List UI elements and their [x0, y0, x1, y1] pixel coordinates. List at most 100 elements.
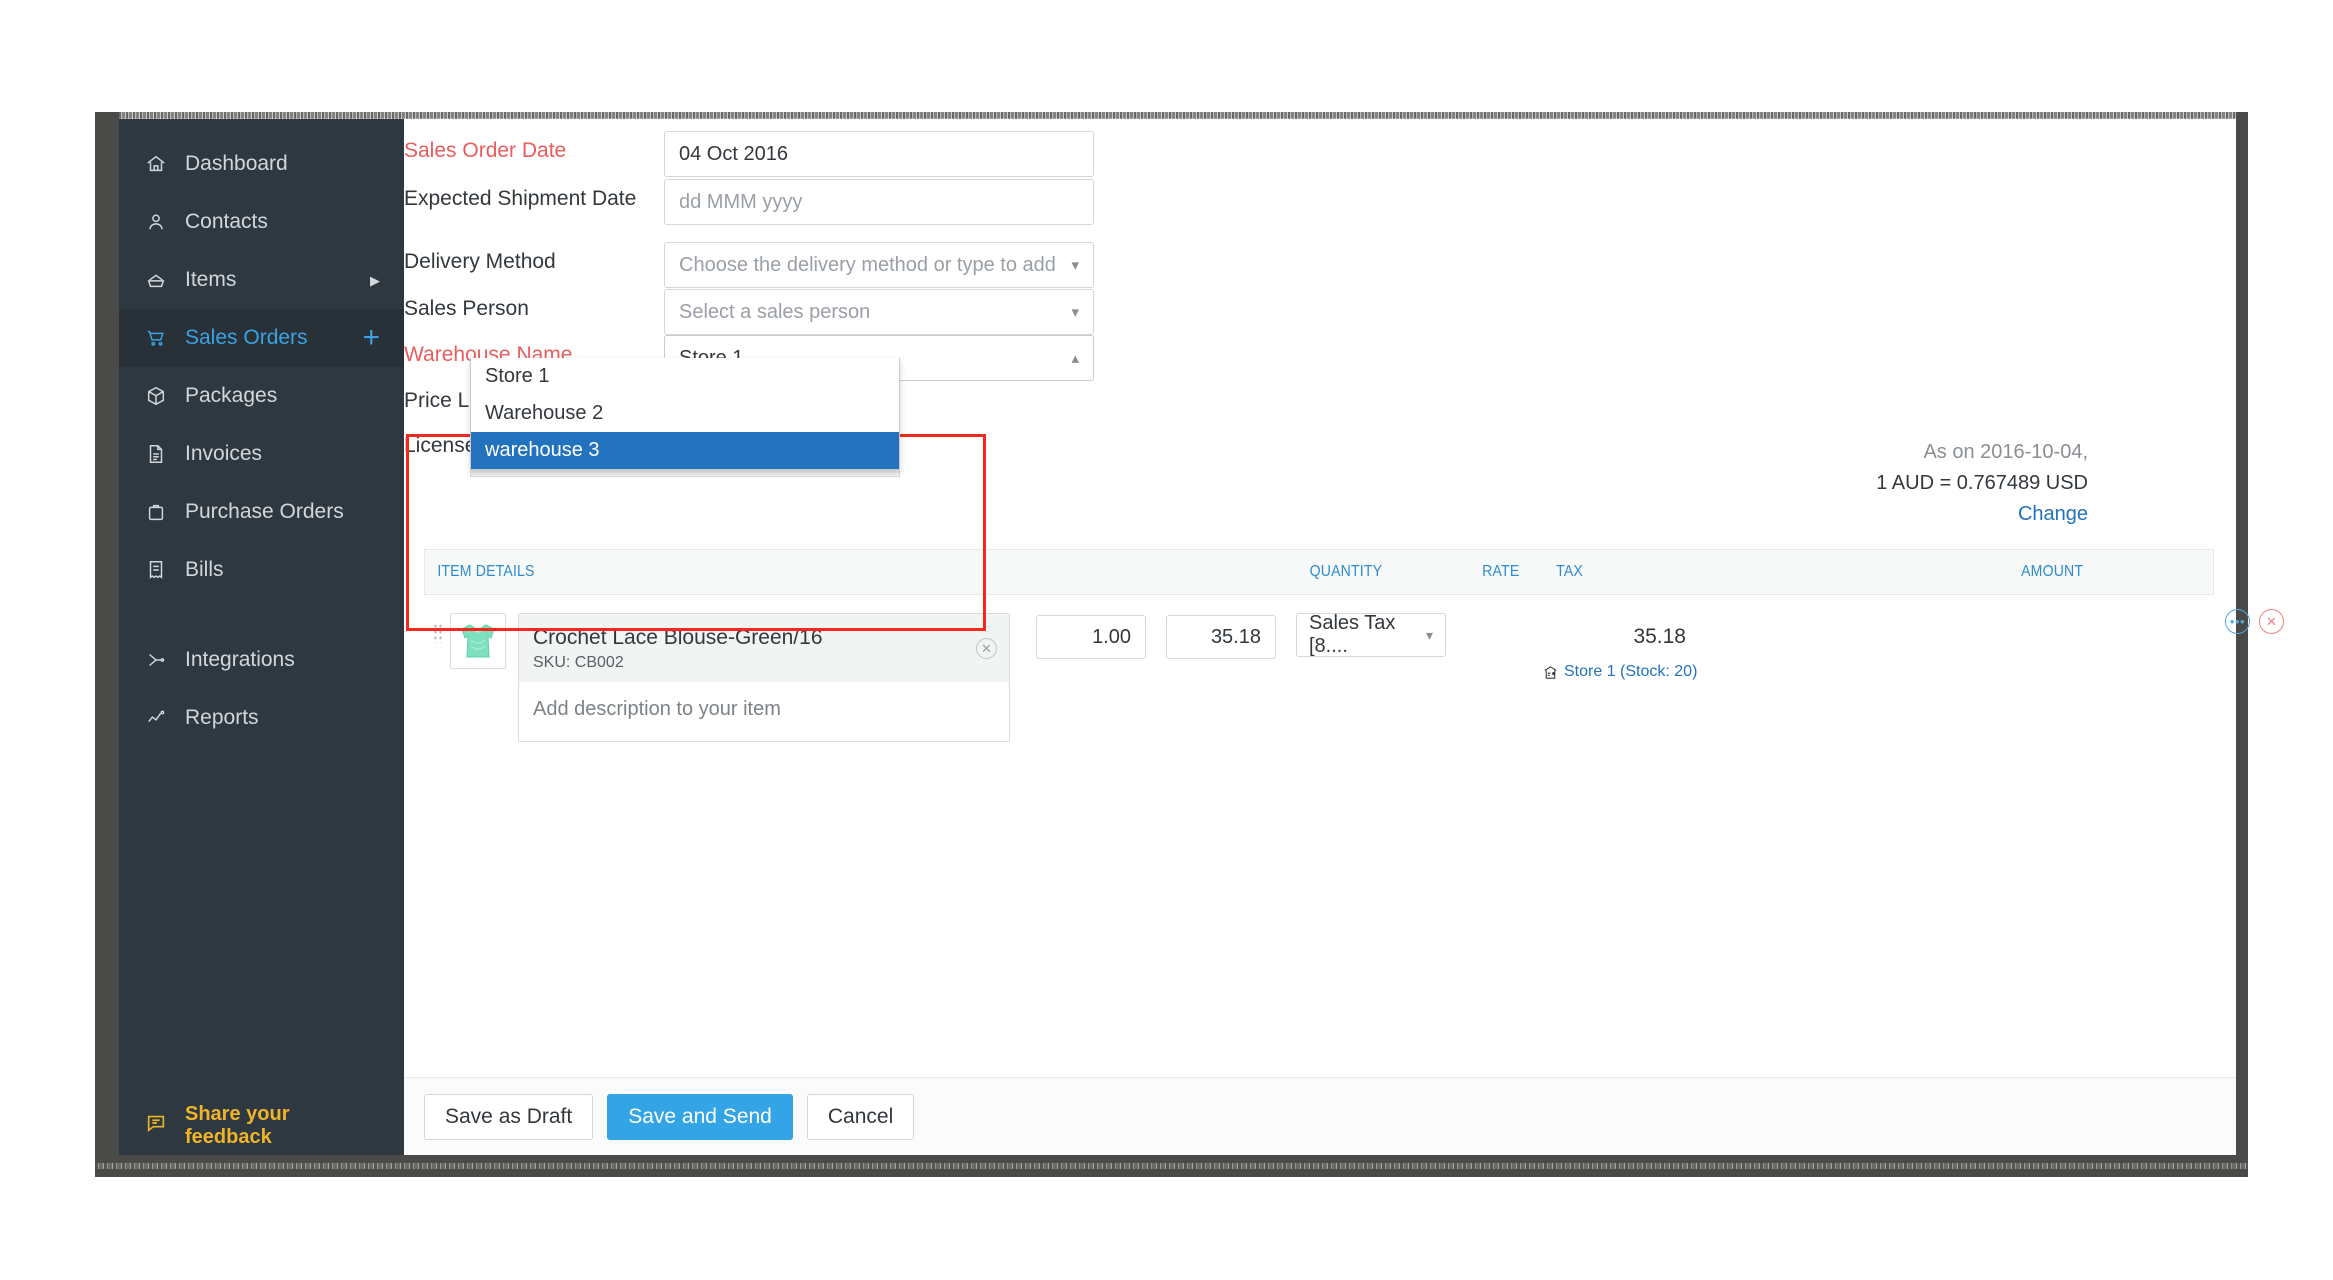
- more-options-icon[interactable]: •••: [2225, 609, 2250, 634]
- sales-person-placeholder: Select a sales person: [679, 301, 870, 324]
- dropdown-option-label: Store 1: [485, 365, 549, 388]
- chevron-down-icon: ▾: [1071, 256, 1079, 274]
- sales-order-date-label: Sales Order Date: [404, 131, 664, 165]
- share-feedback-link[interactable]: Share your feedback: [119, 1097, 404, 1155]
- home-icon: [145, 153, 175, 175]
- share-feedback-label: Share your feedback: [185, 1103, 378, 1149]
- sidebar-item-label: Contacts: [185, 210, 268, 234]
- row-action-buttons: ••• ✕: [2225, 609, 2284, 634]
- sidebar-item-packages[interactable]: Packages: [119, 367, 404, 425]
- change-exchange-rate-link[interactable]: Change: [1876, 499, 2088, 530]
- dropdown-option-store-1[interactable]: Store 1: [471, 358, 899, 395]
- column-header-tax: TAX: [1535, 563, 1799, 581]
- sidebar-item-dashboard[interactable]: Dashboard: [119, 135, 404, 193]
- warehouse-location-icon: [1542, 664, 1559, 681]
- sidebar-item-label: Integrations: [185, 648, 295, 672]
- stock-info-label: Store 1 (Stock: 20): [1564, 663, 1697, 681]
- save-as-draft-button[interactable]: Save as Draft: [424, 1094, 593, 1140]
- item-fields-group: Crochet Lace Blouse-Green/16 SKU: CB002 …: [518, 613, 1010, 742]
- sales-order-date-input[interactable]: 04 Oct 2016: [664, 131, 1094, 177]
- window-frame-right: [2236, 112, 2248, 1177]
- main-content: Sales Order Date 04 Oct 2016 Expected Sh…: [404, 119, 2236, 1155]
- sidebar-item-label: Items: [185, 268, 236, 292]
- form-footer: Save as Draft Save and Send Cancel: [404, 1077, 2236, 1155]
- expected-shipment-date-label: Expected Shipment Date: [404, 179, 664, 213]
- field-row-sales-order-date: Sales Order Date 04 Oct 2016: [404, 131, 1094, 177]
- sidebar-item-label: Invoices: [185, 442, 262, 466]
- chevron-up-icon: ▴: [1071, 349, 1079, 367]
- person-icon: [145, 211, 175, 233]
- shopping-cart-icon: [145, 327, 175, 349]
- item-name-box[interactable]: Crochet Lace Blouse-Green/16 SKU: CB002 …: [519, 614, 1009, 682]
- sidebar-item-label: Sales Orders: [185, 326, 308, 350]
- speech-bubble-icon: [145, 1112, 175, 1140]
- sales-order-date-value: 04 Oct 2016: [679, 143, 788, 166]
- chevron-right-icon: ▶: [370, 274, 380, 287]
- chevron-down-icon: ▾: [1071, 303, 1079, 321]
- tax-select[interactable]: Sales Tax [8.... ▾: [1296, 613, 1446, 657]
- sales-person-select[interactable]: Select a sales person ▾: [664, 289, 1094, 335]
- plus-icon[interactable]: +: [362, 323, 380, 353]
- remove-circle-icon[interactable]: ✕: [2259, 609, 2284, 634]
- package-icon: [145, 385, 175, 407]
- sidebar-divider-gap: [119, 599, 404, 631]
- tax-select-value: Sales Tax [8....: [1309, 612, 1426, 658]
- field-row-expected-shipment-date: Expected Shipment Date dd MMM yyyy: [404, 179, 1094, 225]
- dropdown-option-label: Warehouse 2: [485, 402, 603, 425]
- dropdown-option-warehouse-2[interactable]: Warehouse 2: [471, 395, 899, 432]
- sidebar-item-contacts[interactable]: Contacts: [119, 193, 404, 251]
- table-body: Crochet Lace Blouse-Green/16 SKU: CB002 …: [424, 595, 2214, 745]
- field-row-sales-person: Sales Person Select a sales person ▾: [404, 289, 1094, 335]
- window-frame-left: [95, 112, 119, 1177]
- rate-input[interactable]: 35.18: [1166, 615, 1276, 659]
- field-row-delivery-method: Delivery Method Choose the delivery meth…: [404, 242, 1094, 288]
- warehouse-dropdown-list[interactable]: Store 1 Warehouse 2 warehouse 3: [470, 358, 900, 470]
- quantity-input[interactable]: 1.00: [1036, 615, 1146, 659]
- sidebar-item-items[interactable]: Items ▶: [119, 251, 404, 309]
- save-and-send-button[interactable]: Save and Send: [607, 1094, 793, 1140]
- sidebar: Dashboard Contacts Items ▶ Sales Orders …: [119, 119, 404, 1155]
- delivery-method-select[interactable]: Choose the delivery method or type to ad…: [664, 242, 1094, 288]
- sidebar-item-label: Bills: [185, 558, 224, 582]
- delivery-method-placeholder: Choose the delivery method or type to ad…: [679, 254, 1056, 277]
- cancel-button[interactable]: Cancel: [807, 1094, 914, 1140]
- receipt-icon: [145, 559, 175, 581]
- cutoff-content-bottom: [95, 1163, 2248, 1169]
- briefcase-icon: [145, 501, 175, 523]
- item-sku: SKU: CB002: [533, 654, 995, 672]
- sidebar-item-purchase-orders[interactable]: Purchase Orders: [119, 483, 404, 541]
- exchange-rate-date: As on 2016-10-04,: [1876, 437, 2088, 468]
- column-header-amount: AMOUNT: [1835, 563, 2090, 581]
- expected-shipment-date-input[interactable]: dd MMM yyyy: [664, 179, 1094, 225]
- table-header-row: ITEM DETAILS QUANTITY RATE TAX AMOUNT: [424, 549, 2214, 595]
- sales-person-label: Sales Person: [404, 289, 664, 323]
- dropdown-scroll-shadow: [470, 469, 900, 477]
- item-name: Crochet Lace Blouse-Green/16: [533, 626, 995, 650]
- integrations-icon: [145, 649, 175, 671]
- item-description-input[interactable]: Add description to your item: [519, 682, 1009, 741]
- item-thumbnail-image: [450, 613, 506, 669]
- sidebar-item-integrations[interactable]: Integrations: [119, 631, 404, 689]
- stock-info[interactable]: Store 1 (Stock: 20): [1542, 663, 1697, 681]
- delivery-method-label: Delivery Method: [404, 242, 664, 276]
- sidebar-item-label: Dashboard: [185, 152, 288, 176]
- sidebar-item-label: Packages: [185, 384, 277, 408]
- sidebar-nav-list: Dashboard Contacts Items ▶ Sales Orders …: [119, 135, 404, 747]
- exchange-rate-block: As on 2016-10-04, 1 AUD = 0.767489 USD C…: [1876, 437, 2088, 530]
- dropdown-option-warehouse-3[interactable]: warehouse 3: [471, 432, 899, 469]
- document-icon: [145, 443, 175, 465]
- column-header-quantity: QUANTITY: [1215, 563, 1382, 581]
- cutoff-content-top: [119, 112, 2236, 119]
- sidebar-item-reports[interactable]: Reports: [119, 689, 404, 747]
- dropdown-option-label: warehouse 3: [485, 439, 600, 462]
- sidebar-item-sales-orders[interactable]: Sales Orders +: [119, 309, 404, 367]
- table-row: Crochet Lace Blouse-Green/16 SKU: CB002 …: [424, 595, 2214, 742]
- chevron-down-icon: ▾: [1426, 627, 1433, 644]
- clear-circle-icon[interactable]: ✕: [976, 638, 997, 659]
- column-header-item-details: ITEM DETAILS: [425, 563, 1120, 581]
- rate-cell: 35.18: [1166, 613, 1276, 742]
- item-details-table: ITEM DETAILS QUANTITY RATE TAX AMOUNT: [424, 549, 2214, 745]
- drag-handle-icon[interactable]: [424, 613, 450, 742]
- sidebar-item-bills[interactable]: Bills: [119, 541, 404, 599]
- sidebar-item-invoices[interactable]: Invoices: [119, 425, 404, 483]
